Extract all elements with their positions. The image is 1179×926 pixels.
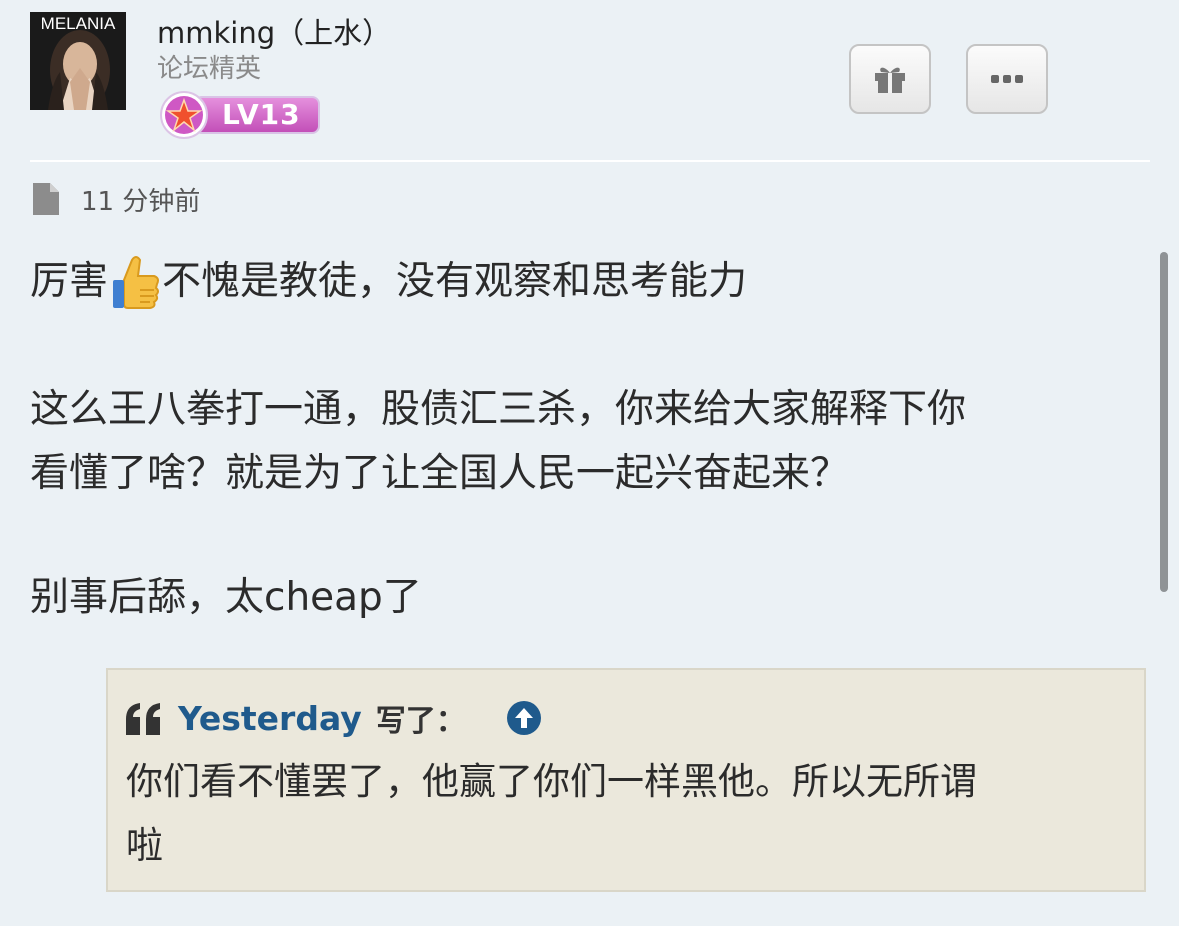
avatar[interactable]: MELANIA — [30, 12, 126, 110]
user-rank: 论坛精英 — [157, 54, 262, 84]
quote-line: 你们看不懂罢了，他赢了你们一样黑他。所以无所谓 — [126, 760, 977, 803]
more-icon — [991, 75, 1023, 83]
header-divider — [30, 160, 1150, 162]
avatar-logo-text: MELANIA — [40, 14, 116, 33]
quote-jump-button[interactable] — [506, 700, 542, 736]
gift-icon — [875, 67, 905, 93]
quote-icon — [126, 703, 160, 735]
post-text: 这么王八拳打一通，股债汇三杀，你来给大家解释下你 — [30, 387, 967, 432]
post-text: 不愧是教徒，没有观察和思考能力 — [162, 259, 748, 304]
arrow-up-circle-icon — [506, 701, 541, 735]
more-button[interactable] — [966, 44, 1048, 114]
quote-box: Yesterday 写了： 你们看不懂罢了，他赢了你们一样黑他。所以无所谓 啦 — [106, 668, 1146, 892]
level-star-icon — [160, 91, 208, 139]
post-paragraph-3: 别事后舔，太cheap了 — [30, 575, 422, 620]
level-badge: LV13 — [156, 90, 322, 140]
post-text: 看懂了啥？就是为了让全国人民一起兴奋起来？ — [30, 451, 850, 496]
level-text: LV13 — [222, 98, 301, 131]
post-text: 厉害 — [30, 259, 109, 304]
post-paragraph-2: 这么王八拳打一通，股债汇三杀，你来给大家解释下你 看懂了啥？就是为了让全国人民一… — [30, 378, 966, 506]
quote-text: 你们看不懂罢了，他赢了你们一样黑他。所以无所谓 啦 — [126, 750, 1126, 878]
quote-line: 啦 — [126, 824, 163, 867]
post-time: 11 分钟前 — [81, 186, 201, 217]
gift-button[interactable] — [849, 44, 931, 114]
quote-author-link[interactable]: Yesterday — [178, 699, 362, 738]
thumbs-up-icon — [113, 256, 160, 309]
scrollbar[interactable] — [1160, 252, 1168, 592]
quote-header: Yesterday 写了： — [124, 696, 542, 740]
document-icon — [33, 183, 59, 215]
post-paragraph-1: 厉害 不愧是教徒，没有观察和思考能力 — [30, 250, 747, 314]
username[interactable]: mmking（上水） — [157, 14, 391, 52]
quote-wrote-label: 写了： — [375, 704, 466, 739]
post-time-row: 11 分钟前 — [33, 181, 200, 217]
